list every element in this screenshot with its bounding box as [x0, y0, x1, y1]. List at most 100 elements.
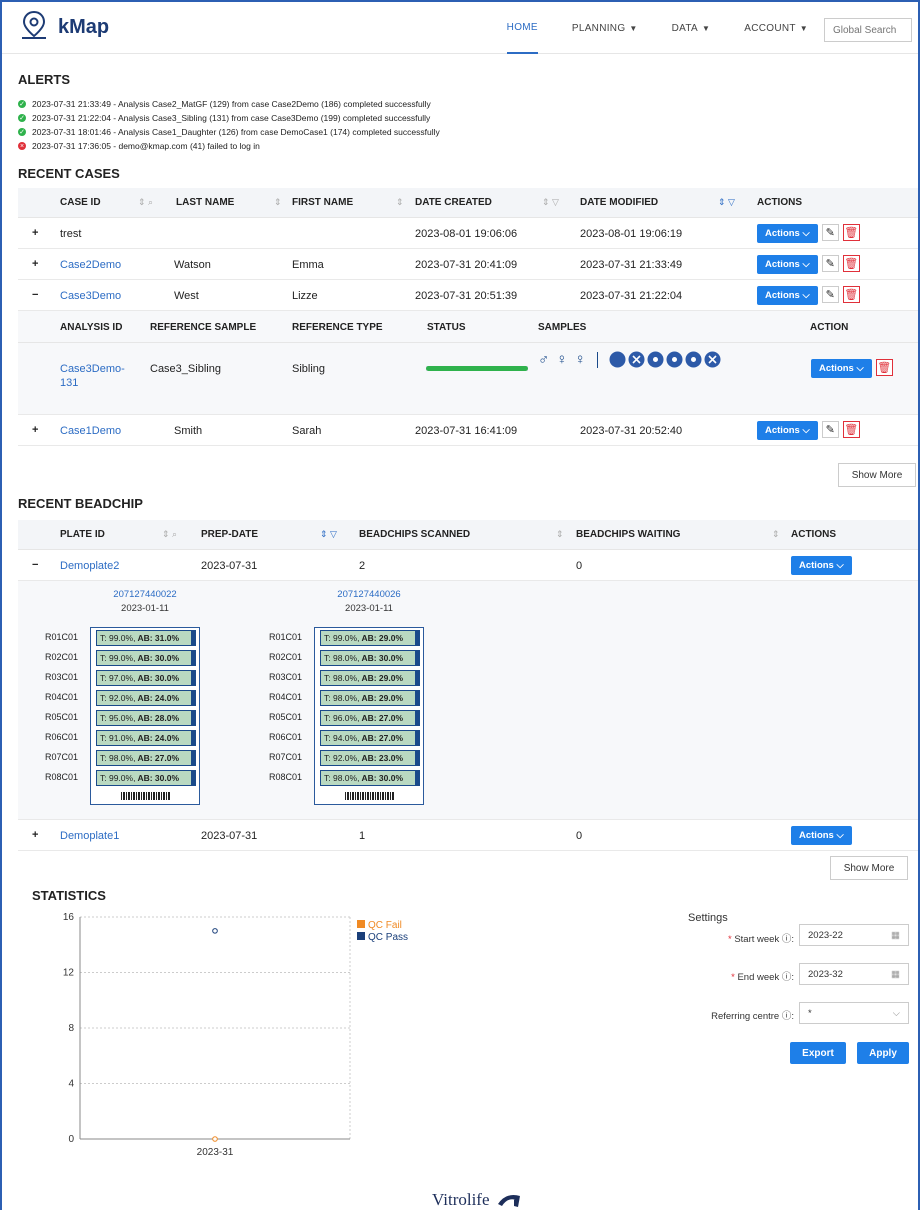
delete-icon[interactable]: 🗑 [842, 224, 860, 241]
col-first-name[interactable]: FIRST NAME [292, 197, 353, 208]
beadchip-sample-row[interactable]: T: 99.0%, AB: 30.0% [96, 650, 196, 666]
delete-icon[interactable]: 🗑 [842, 421, 860, 438]
sort-search-icon[interactable]: ⇕ ⌕ [138, 197, 153, 208]
show-more-cases-button[interactable]: Show More [838, 463, 916, 487]
beadchip-sample-row[interactable]: T: 98.0%, AB: 30.0% [320, 770, 420, 786]
beadchip-sample-row[interactable]: T: 99.0%, AB: 29.0% [320, 630, 420, 646]
nav-home[interactable]: HOME [506, 2, 538, 54]
actions-button[interactable]: Actions ⌵ [757, 421, 818, 440]
beadchip-sample-row[interactable]: T: 97.0%, AB: 30.0% [96, 670, 196, 686]
beadchip-id[interactable]: 207127440026 [314, 589, 424, 600]
row-label: R01C01 [269, 632, 303, 642]
case-id[interactable]: Case3Demo [60, 290, 121, 302]
edit-icon[interactable]: ✎ [821, 286, 839, 303]
calendar-icon[interactable]: ▦ [891, 969, 900, 980]
col-case-id[interactable]: CASE ID [60, 197, 101, 208]
beadchip-sample-row[interactable]: T: 98.0%, AB: 29.0% [320, 690, 420, 706]
beadchip-sample-row[interactable]: T: 92.0%, AB: 23.0% [320, 750, 420, 766]
ab-value: AB: 24.0% [137, 733, 180, 743]
collapse-icon[interactable]: − [32, 559, 38, 571]
calendar-icon[interactable]: ▦ [891, 930, 900, 941]
beadchip-sample-row[interactable]: T: 95.0%, AB: 28.0% [96, 710, 196, 726]
case-id[interactable]: Case2Demo [60, 259, 121, 271]
help-icon[interactable]: ⓘ [782, 934, 792, 945]
beadchip-sample-row[interactable]: T: 94.0%, AB: 27.0% [320, 730, 420, 746]
beadchip-sample-row[interactable]: T: 99.0%, AB: 30.0% [96, 770, 196, 786]
show-more-beadchip-button[interactable]: Show More [830, 856, 908, 880]
beadchip-sample-row[interactable]: T: 96.0%, AB: 27.0% [320, 710, 420, 726]
edit-icon[interactable]: ✎ [821, 224, 839, 241]
beadchip-sample-row[interactable]: T: 99.0%, AB: 31.0% [96, 630, 196, 646]
embryo-fail-icon[interactable] [628, 351, 645, 368]
beadchip-sample-row[interactable]: T: 91.0%, AB: 24.0% [96, 730, 196, 746]
embryo-dot-icon[interactable] [685, 351, 702, 368]
help-icon[interactable]: ⓘ [782, 972, 792, 983]
expand-icon[interactable]: + [32, 424, 38, 436]
col-last-name[interactable]: LAST NAME [176, 197, 234, 208]
col-date-created[interactable]: DATE CREATED [415, 197, 492, 208]
beadchip-sample-row[interactable]: T: 98.0%, AB: 29.0% [320, 670, 420, 686]
nav-planning[interactable]: PLANNING ▼ [572, 2, 638, 54]
sort-icon[interactable]: ⇕ [396, 197, 404, 208]
nav-account[interactable]: ACCOUNT ▼ [744, 2, 808, 54]
actions-button[interactable]: Actions ⌵ [811, 359, 872, 378]
nav-data[interactable]: DATA ▼ [672, 2, 711, 54]
logo[interactable]: kMap [20, 10, 109, 40]
global-search-input[interactable] [824, 18, 912, 42]
actions-button[interactable]: Actions ⌵ [757, 286, 818, 305]
male-icon[interactable]: ♂ [538, 351, 549, 368]
analysis-id-suffix[interactable]: 131 [60, 377, 78, 389]
col-prep-date[interactable]: PREP-DATE [201, 529, 258, 540]
y-tick-label: 16 [63, 912, 75, 923]
t-value: T: 97.0%, [100, 673, 136, 683]
sort-icon[interactable]: ⇕ [274, 197, 282, 208]
sort-filter-icon[interactable]: ⇕ ▽ [718, 197, 735, 208]
edit-icon[interactable]: ✎ [821, 255, 839, 272]
start-week-input[interactable]: 2023-22 ▦ [799, 924, 909, 946]
help-icon[interactable]: ⓘ [782, 1011, 792, 1022]
t-value: T: 98.0%, [324, 673, 360, 683]
analysis-id[interactable]: Case3Demo- [60, 363, 125, 375]
col-beadchips-scanned[interactable]: BEADCHIPS SCANNED [359, 529, 470, 540]
embryo-dot-icon[interactable] [666, 351, 683, 368]
edit-icon[interactable]: ✎ [821, 421, 839, 438]
female-icon[interactable]: ♀ [575, 351, 586, 368]
sort-icon[interactable]: ⇕ [772, 529, 780, 540]
actions-button[interactable]: Actions ⌵ [791, 556, 852, 575]
end-week-label-text: End week [737, 972, 780, 983]
actions-button[interactable]: Actions ⌵ [757, 224, 818, 243]
expand-icon[interactable]: + [32, 227, 38, 239]
beadchip-id[interactable]: 207127440022 [90, 589, 200, 600]
embryo-dot-icon[interactable] [647, 351, 664, 368]
collapse-icon[interactable]: − [32, 289, 38, 301]
beadchip-sample-row[interactable]: T: 98.0%, AB: 30.0% [320, 650, 420, 666]
col-plate-id[interactable]: PLATE ID [60, 529, 105, 540]
beadchip-sample-row[interactable]: T: 92.0%, AB: 24.0% [96, 690, 196, 706]
sort-filter-icon[interactable]: ⇕ ▽ [320, 529, 337, 540]
actions-button[interactable]: Actions ⌵ [791, 826, 852, 845]
end-week-input[interactable]: 2023-32 ▦ [799, 963, 909, 985]
sort-filter-icon[interactable]: ⇕ ▽ [542, 197, 559, 208]
embryo-filled-icon[interactable] [609, 351, 626, 368]
expand-icon[interactable]: + [32, 829, 38, 841]
case-id[interactable]: trest [60, 228, 81, 240]
delete-icon[interactable]: 🗑 [875, 359, 893, 376]
embryo-fail-icon[interactable] [704, 351, 721, 368]
expand-icon[interactable]: + [32, 258, 38, 270]
female-icon[interactable]: ♀ [556, 351, 567, 368]
beadchip-sample-row[interactable]: T: 98.0%, AB: 27.0% [96, 750, 196, 766]
col-beadchips-waiting[interactable]: BEADCHIPS WAITING [576, 529, 680, 540]
delete-icon[interactable]: 🗑 [842, 255, 860, 272]
export-button[interactable]: Export [790, 1042, 846, 1064]
col-date-modified[interactable]: DATE MODIFIED [580, 197, 658, 208]
sort-icon[interactable]: ⇕ [556, 529, 564, 540]
sort-search-icon[interactable]: ⇕ ⌕ [162, 529, 177, 540]
apply-button[interactable]: Apply [857, 1042, 909, 1064]
case-id[interactable]: Case1Demo [60, 425, 121, 437]
referring-centre-select[interactable]: * ⌵ [799, 1002, 909, 1024]
plate-id[interactable]: Demoplate2 [60, 560, 119, 572]
actions-button[interactable]: Actions ⌵ [757, 255, 818, 274]
delete-icon[interactable]: 🗑 [842, 286, 860, 303]
last-name: Watson [174, 259, 211, 271]
plate-id[interactable]: Demoplate1 [60, 830, 119, 842]
